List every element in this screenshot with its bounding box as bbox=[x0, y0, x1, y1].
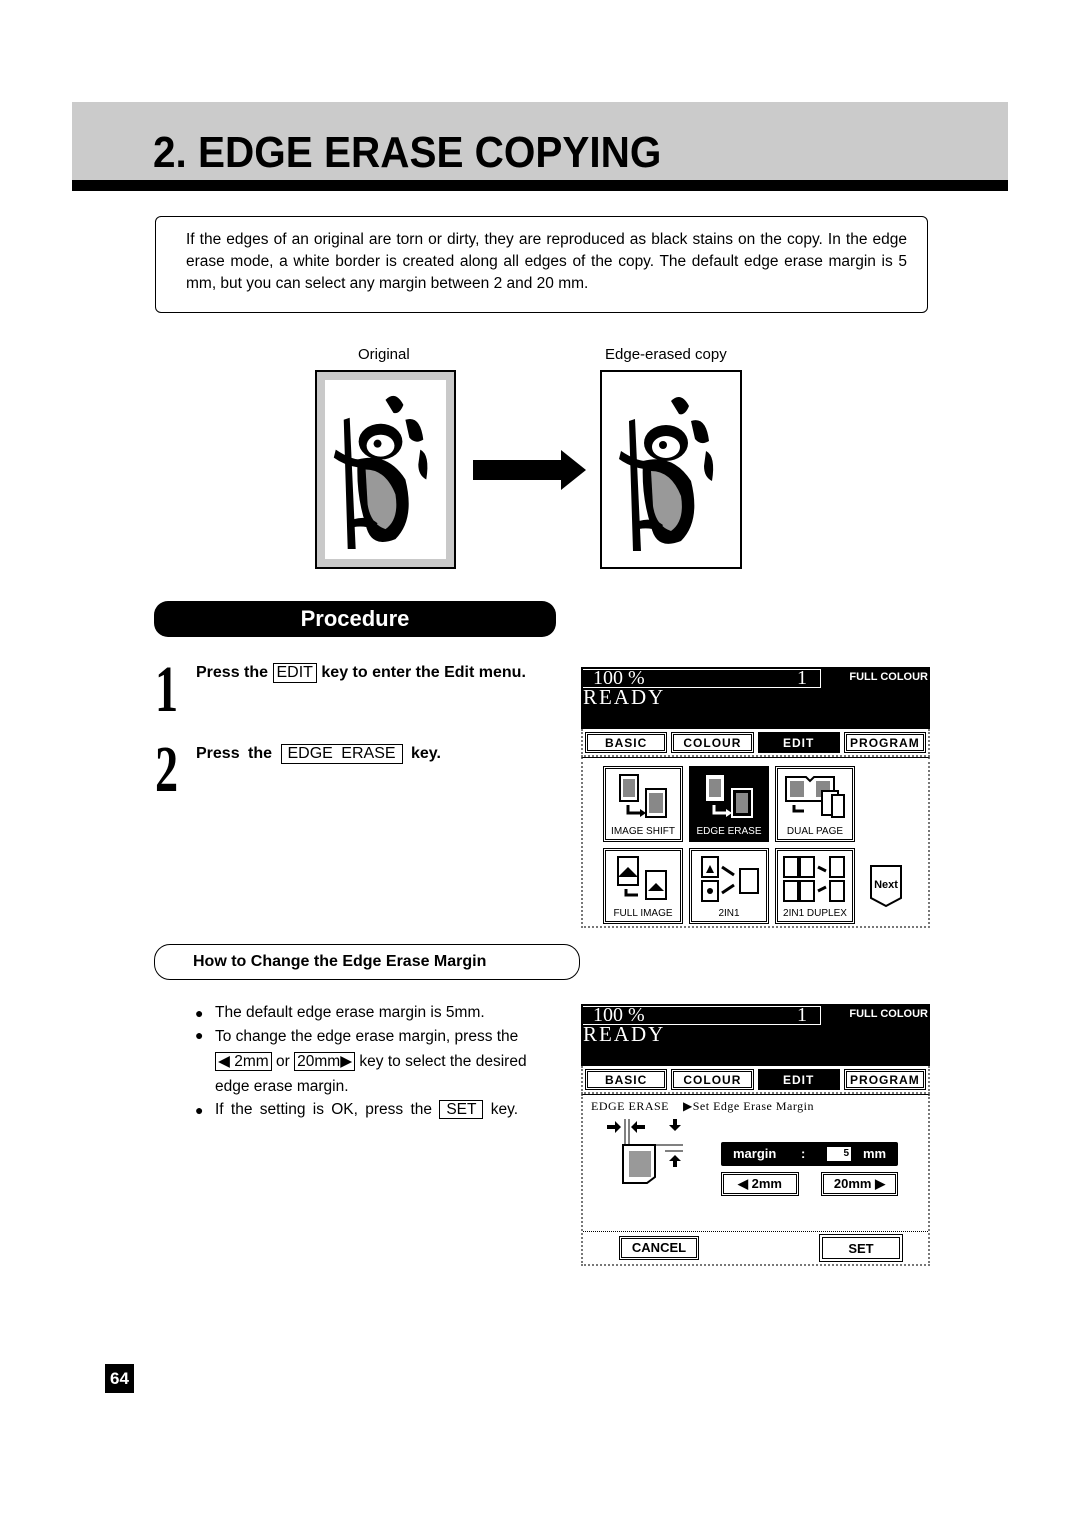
tab-program[interactable]: PROGRAM bbox=[843, 732, 926, 753]
margin-section-heading: How to Change the Edge Erase Margin bbox=[154, 944, 580, 980]
step-1-prefix: Press the bbox=[196, 664, 269, 681]
margin-colon: : bbox=[801, 1146, 806, 1161]
bullet-icon: ● bbox=[195, 1102, 204, 1118]
koala-illustration-copy bbox=[619, 397, 714, 551]
margin-unit: mm bbox=[863, 1146, 887, 1161]
status-text: READY bbox=[583, 1022, 666, 1046]
title-rule bbox=[72, 180, 1008, 191]
bullet-1-text: The default edge erase margin is 5mm. bbox=[215, 1004, 485, 1021]
bullet-2-text-a: To change the edge erase margin, press t… bbox=[215, 1028, 519, 1045]
20mm-key-label: 20mm▶ bbox=[294, 1052, 356, 1071]
image-shift-button[interactable]: IMAGE SHIFT bbox=[603, 766, 683, 842]
page-number: 64 bbox=[105, 1364, 134, 1393]
edge-erase-label: EDGE ERASE bbox=[696, 826, 762, 837]
2in1-button[interactable]: 2IN1 bbox=[689, 848, 769, 924]
original-caption: Original bbox=[358, 346, 410, 363]
copy-count: 1 bbox=[797, 667, 807, 689]
2in1-icon bbox=[701, 856, 759, 902]
margin-value: 5 bbox=[827, 1147, 851, 1161]
status-display: 100 % 1 FULL COLOUR READY bbox=[581, 667, 930, 729]
page-title: 2. EDGE ERASE COPYING bbox=[153, 128, 662, 177]
procedure-heading: Procedure bbox=[154, 601, 556, 637]
set-key-label: SET bbox=[439, 1100, 484, 1119]
koala-illustration bbox=[333, 395, 428, 550]
screen-title: EDGE ERASE bbox=[591, 1099, 669, 1113]
divider bbox=[583, 1231, 928, 1232]
2in1-label: 2IN1 bbox=[718, 908, 740, 919]
image-shift-label: IMAGE SHIFT bbox=[611, 826, 675, 837]
step-number-2: 2 bbox=[155, 733, 179, 806]
step-1-suffix: key to enter the Edit menu. bbox=[321, 664, 526, 681]
step-2-text: Press the EDGE ERASE key. bbox=[196, 744, 441, 764]
tab-program[interactable]: PROGRAM bbox=[843, 1069, 926, 1090]
step-2-suffix: key. bbox=[410, 745, 441, 762]
margin-instructions: ● The default edge erase margin is 5mm. … bbox=[195, 1002, 560, 1121]
control-panel-edit-menu: 100 % 1 FULL COLOUR READY BASIC COLOUR E… bbox=[581, 667, 930, 928]
status-display: 100 % 1 FULL COLOUR READY bbox=[581, 1004, 930, 1066]
colour-mode: FULL COLOUR bbox=[849, 1008, 928, 1020]
status-text: READY bbox=[583, 685, 666, 709]
step-number-1: 1 bbox=[155, 653, 179, 726]
edge-erase-screen: EDGE ERASE ▶Set Edge Erase Margin margin… bbox=[581, 1094, 930, 1266]
original-image bbox=[315, 370, 456, 569]
intro-box: If the edges of an original are torn or … bbox=[155, 216, 928, 313]
screen-header: EDGE ERASE ▶Set Edge Erase Margin bbox=[583, 1095, 928, 1118]
right-arrow-icon bbox=[473, 450, 586, 490]
increase-20mm-button[interactable]: 20mm ▶ bbox=[821, 1172, 898, 1196]
bullet-change-margin: ● To change the edge erase margin, press… bbox=[195, 1024, 560, 1099]
margin-display: margin : 5 mm bbox=[721, 1142, 898, 1166]
dual-page-icon bbox=[785, 776, 845, 818]
2mm-key-label: ◀ 2mm bbox=[215, 1052, 272, 1071]
tab-basic[interactable]: BASIC bbox=[585, 1069, 668, 1090]
bullet-set: ● If the setting is OK, press the SET ke… bbox=[195, 1099, 560, 1121]
bullet-3-text-b: key. bbox=[490, 1101, 519, 1118]
next-page-icon: Next bbox=[870, 865, 902, 908]
2in1-duplex-label: 2IN1 DUPLEX bbox=[783, 908, 847, 919]
margin-diagram-icon bbox=[607, 1119, 683, 1184]
step-1-text: Press the EDIT key to enter the Edit men… bbox=[196, 663, 526, 683]
tab-basic[interactable]: BASIC bbox=[585, 732, 668, 753]
2in1-duplex-button[interactable]: 2IN1 DUPLEX bbox=[775, 848, 855, 924]
tab-edit[interactable]: EDIT bbox=[757, 1069, 840, 1090]
2in1-duplex-icon bbox=[783, 856, 845, 902]
set-button[interactable]: SET bbox=[819, 1234, 903, 1262]
copy-count: 1 bbox=[797, 1004, 807, 1026]
screen-subtitle: ▶Set Edge Erase Margin bbox=[683, 1099, 814, 1113]
dual-page-label: DUAL PAGE bbox=[786, 826, 844, 837]
edge-erase-key-label: EDGE ERASE bbox=[280, 744, 403, 764]
edge-erased-copy-image bbox=[600, 370, 742, 569]
menu-tabs: BASIC COLOUR EDIT PROGRAM bbox=[581, 729, 930, 757]
dual-page-button[interactable]: DUAL PAGE bbox=[775, 766, 855, 842]
next-label: Next bbox=[874, 879, 898, 891]
edge-erase-icon bbox=[706, 775, 753, 818]
bullet-2-or: or bbox=[276, 1053, 290, 1070]
copy-caption: Edge-erased copy bbox=[605, 346, 727, 363]
cancel-button[interactable]: CANCEL bbox=[619, 1236, 699, 1260]
intro-text: If the edges of an original are torn or … bbox=[186, 231, 907, 292]
edit-menu-body: IMAGE SHIFT EDGE ERASE DUAL PAGE FULL IM… bbox=[581, 757, 930, 928]
margin-label: margin bbox=[733, 1146, 777, 1161]
bullet-icon: ● bbox=[195, 1005, 204, 1021]
menu-tabs: BASIC COLOUR EDIT PROGRAM bbox=[581, 1066, 930, 1094]
control-panel-edge-erase: 100 % 1 FULL COLOUR READY BASIC COLOUR E… bbox=[581, 1004, 930, 1266]
step-2-prefix: Press the bbox=[196, 745, 273, 762]
edit-key-label: EDIT bbox=[272, 663, 317, 683]
edge-erase-button[interactable]: EDGE ERASE bbox=[689, 766, 769, 842]
bullet-icon: ● bbox=[195, 1027, 204, 1043]
colour-mode: FULL COLOUR bbox=[849, 671, 928, 683]
decrease-2mm-button[interactable]: ◀ 2mm bbox=[721, 1172, 799, 1196]
tab-colour[interactable]: COLOUR bbox=[671, 1069, 754, 1090]
tab-edit[interactable]: EDIT bbox=[757, 732, 840, 753]
full-image-label: FULL IMAGE bbox=[613, 908, 673, 919]
next-button[interactable]: Next bbox=[869, 864, 903, 908]
tab-colour[interactable]: COLOUR bbox=[671, 732, 754, 753]
bullet-3-text-a: If the setting is OK, press the bbox=[215, 1101, 433, 1118]
full-image-icon bbox=[617, 856, 667, 900]
bullet-default-margin: ● The default edge erase margin is 5mm. bbox=[195, 1002, 560, 1024]
image-shift-icon bbox=[619, 774, 667, 818]
full-image-button[interactable]: FULL IMAGE bbox=[603, 848, 683, 924]
